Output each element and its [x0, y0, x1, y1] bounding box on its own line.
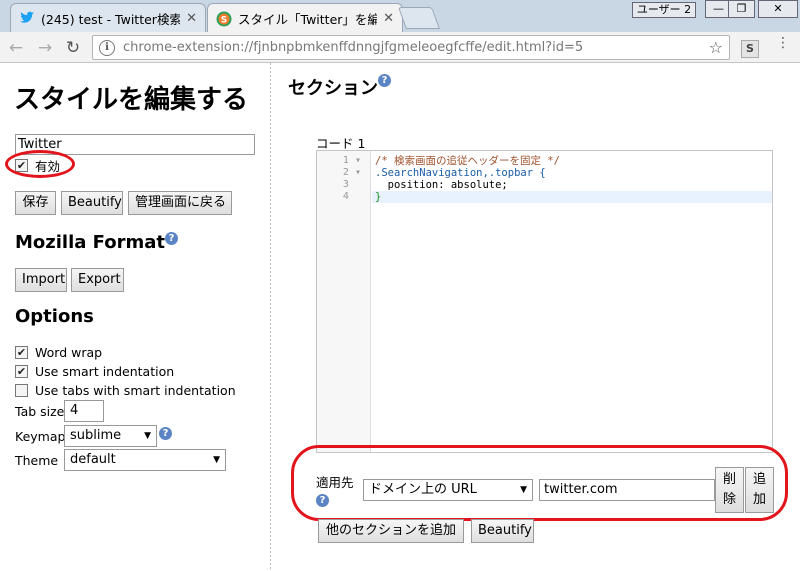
- tab-close-icon[interactable]: ✕: [186, 11, 197, 26]
- code-line: /* 検索画面の追従ヘッダーを固定 */: [375, 155, 560, 167]
- smart-indent-label: Use smart indentation: [35, 364, 175, 379]
- tab-twitter-search[interactable]: (245) test - Twitter検索 ✕: [10, 3, 206, 32]
- word-wrap-label: Word wrap: [35, 345, 103, 360]
- forward-arrow-icon[interactable]: →: [35, 38, 55, 58]
- keymap-help-icon[interactable]: ?: [159, 427, 172, 440]
- tabs-smart-indent-checkbox[interactable]: [15, 384, 28, 397]
- tab-title: (245) test - Twitter検索: [41, 11, 181, 27]
- style-settings-panel: スタイルを編集する Twitter ✔ 有効 保存 Beautify 管理画面に…: [0, 63, 270, 571]
- dropdown-arrow-icon: ▼: [144, 431, 151, 441]
- add-section-button[interactable]: 他のセクションを追加: [318, 519, 464, 543]
- stylish-extension-icon[interactable]: S: [741, 40, 759, 58]
- beautify-button[interactable]: Beautify: [61, 191, 123, 215]
- tab-title: スタイル「Twitter」を編集: [238, 12, 378, 27]
- highlight-ring: [291, 445, 788, 521]
- back-to-manage-button[interactable]: 管理画面に戻る: [128, 191, 232, 215]
- line-number: 3: [342, 179, 349, 190]
- line-number: 2 ▾: [342, 167, 361, 178]
- smart-indent-option[interactable]: ✔ Use smart indentation: [15, 364, 174, 379]
- word-wrap-option[interactable]: ✔ Word wrap: [15, 345, 102, 360]
- help-icon[interactable]: ?: [378, 74, 391, 87]
- mozilla-format-title: Mozilla Format: [15, 232, 165, 253]
- theme-select[interactable]: default ▼: [64, 449, 226, 471]
- stylish-s-icon: S: [216, 11, 232, 27]
- tabs-smart-indent-label: Use tabs with smart indentation: [35, 383, 236, 398]
- tab-edit-style[interactable]: S スタイル「Twitter」を編集 ✕: [207, 3, 403, 33]
- new-tab-button[interactable]: [397, 7, 441, 29]
- highlight-ring: [5, 150, 75, 178]
- back-arrow-icon[interactable]: ←: [6, 38, 26, 58]
- keymap-select[interactable]: sublime ▼: [64, 425, 157, 447]
- options-heading: Options: [15, 306, 94, 327]
- tabs-smart-indent-option[interactable]: Use tabs with smart indentation: [15, 383, 236, 398]
- address-bar[interactable]: i chrome-extension://fjnbnpbmkenffdnngjf…: [92, 35, 730, 60]
- keymap-label: Keymap: [15, 429, 66, 444]
- reload-icon[interactable]: ↻: [63, 38, 83, 58]
- dropdown-arrow-icon: ▼: [213, 455, 220, 465]
- css-code-editor[interactable]: 1 ▾ 2 ▾ 3 4 /* 検索画面の追従ヘッダーを固定 */ .Search…: [316, 150, 773, 453]
- sections-heading: セクション?: [288, 74, 391, 100]
- browser-titlebar: (245) test - Twitter検索 ✕ S スタイル「Twitter」…: [0, 0, 800, 33]
- section-beautify-button[interactable]: Beautify: [471, 519, 534, 543]
- svg-text:S: S: [221, 15, 227, 25]
- active-line-highlight: [372, 191, 772, 203]
- help-icon[interactable]: ?: [165, 232, 178, 245]
- code-line: }: [375, 191, 382, 203]
- smart-indent-checkbox[interactable]: ✔: [15, 365, 28, 378]
- export-button[interactable]: Export: [71, 268, 124, 292]
- line-number: 4: [342, 191, 349, 202]
- line-number: 1 ▾: [342, 155, 361, 166]
- code-line: .SearchNavigation,.topbar {: [375, 167, 546, 179]
- url-text: chrome-extension://fjnbnpbmkenffdnngjfgm…: [123, 40, 584, 55]
- info-icon[interactable]: i: [99, 39, 115, 56]
- page-title: スタイルを編集する: [14, 85, 249, 115]
- tab-close-icon[interactable]: ✕: [383, 11, 394, 26]
- keymap-value: sublime: [70, 428, 122, 443]
- twitter-bird-icon: [19, 10, 35, 26]
- word-wrap-checkbox[interactable]: ✔: [15, 346, 28, 359]
- close-window-icon[interactable]: ✕: [758, 0, 798, 18]
- tab-size-input[interactable]: 4: [64, 400, 104, 422]
- panel-divider: [270, 63, 271, 571]
- save-button[interactable]: 保存: [15, 191, 56, 215]
- code-line: position: absolute;: [375, 179, 508, 191]
- theme-value: default: [70, 452, 116, 467]
- sections-title: セクション: [288, 78, 378, 99]
- bookmark-star-icon[interactable]: ☆: [709, 38, 723, 57]
- chrome-menu-icon[interactable]: ⋮: [776, 36, 790, 58]
- restore-icon[interactable]: ❐: [728, 0, 755, 18]
- browser-toolbar: ← → ↻ i chrome-extension://fjnbnpbmkenff…: [0, 32, 800, 63]
- import-button[interactable]: Import: [15, 268, 67, 292]
- theme-label: Theme: [15, 453, 59, 468]
- mozilla-format-heading: Mozilla Format?: [15, 232, 178, 253]
- tab-size-label: Tab size: [15, 404, 65, 419]
- user-profile-button[interactable]: ユーザー 2: [632, 2, 696, 18]
